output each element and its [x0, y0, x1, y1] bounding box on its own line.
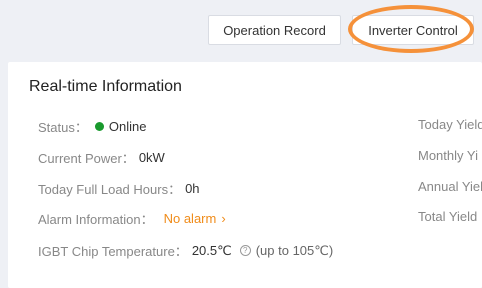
- total-yield-label: Total Yield: [418, 209, 478, 224]
- status-label: Status：: [38, 120, 88, 135]
- status-row: Status： Online: [38, 117, 146, 136]
- monthly-yield-label: Monthly Yi: [418, 148, 478, 163]
- igbt-label: IGBT Chip Temperature：: [38, 244, 188, 259]
- full-load-hours-value: 0h: [185, 181, 200, 196]
- alarm-row: Alarm Information： No alarm ›: [38, 209, 226, 228]
- today-yield-label: Today Yield: [418, 117, 482, 132]
- full-load-hours-row: Today Full Load Hours： 0h: [38, 179, 200, 198]
- current-power-label: Current Power：: [38, 151, 135, 166]
- inverter-control-button[interactable]: Inverter Control: [352, 15, 474, 45]
- alarm-value: No alarm: [163, 211, 217, 226]
- igbt-row: IGBT Chip Temperature： 20.5℃ ? (up to 10…: [38, 241, 333, 260]
- full-load-hours-label: Today Full Load Hours：: [38, 182, 182, 197]
- help-icon[interactable]: ?: [239, 245, 251, 256]
- page: Operation Record Inverter Control Real-t…: [0, 0, 482, 288]
- chevron-right-icon: ›: [221, 211, 226, 226]
- igbt-range-note: (up to 105℃): [255, 242, 334, 258]
- igbt-value: 20.5℃: [191, 242, 232, 258]
- status-value: Online: [108, 119, 147, 134]
- current-power-value: 0kW: [138, 150, 165, 165]
- online-dot-icon: [94, 122, 104, 131]
- card-title: Real-time Information: [29, 78, 182, 95]
- current-power-row: Current Power： 0kW: [38, 148, 165, 167]
- realtime-info-card: Real-time Information Status： Online Cur…: [8, 62, 482, 288]
- alarm-label: Alarm Information：: [38, 212, 154, 227]
- operation-record-button[interactable]: Operation Record: [208, 15, 341, 45]
- annual-yield-label: Annual Yiel: [418, 179, 482, 194]
- no-alarm-link[interactable]: No alarm ›: [164, 211, 226, 226]
